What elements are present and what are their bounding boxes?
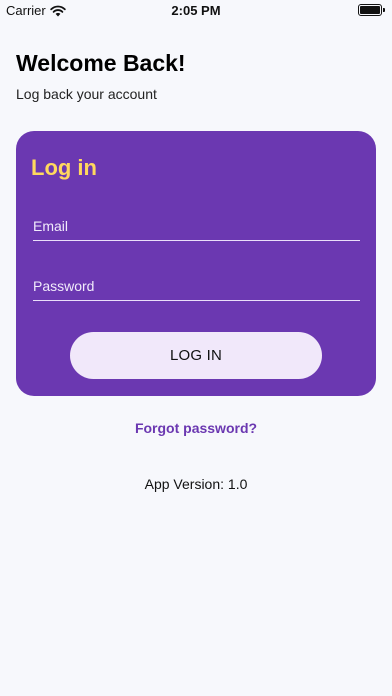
- password-field[interactable]: [33, 271, 360, 300]
- login-card-title: Log in: [31, 155, 97, 180]
- login-card: Log in LOG IN: [16, 131, 376, 396]
- battery-level: [360, 6, 380, 14]
- app-version-value: 1.0: [227, 476, 248, 492]
- app-version-label: App Version:: [144, 476, 228, 492]
- forgot-password-link[interactable]: Forgot password?: [0, 420, 392, 436]
- welcome-title: Welcome Back!: [16, 50, 186, 76]
- welcome-subtitle: Log back your account: [16, 86, 157, 102]
- login-button[interactable]: LOG IN: [70, 332, 322, 379]
- login-screen: Carrier 2:05 PM Welcome Back! Log back y…: [0, 0, 392, 696]
- battery-icon: [358, 4, 385, 16]
- battery-nub: [383, 8, 385, 12]
- email-field-container: [33, 211, 360, 241]
- email-field[interactable]: [33, 211, 360, 240]
- status-bar: Carrier 2:05 PM: [0, 0, 392, 22]
- status-time: 2:05 PM: [171, 3, 221, 18]
- password-field-container: [33, 271, 360, 301]
- app-version: App Version: 1.0: [0, 476, 392, 492]
